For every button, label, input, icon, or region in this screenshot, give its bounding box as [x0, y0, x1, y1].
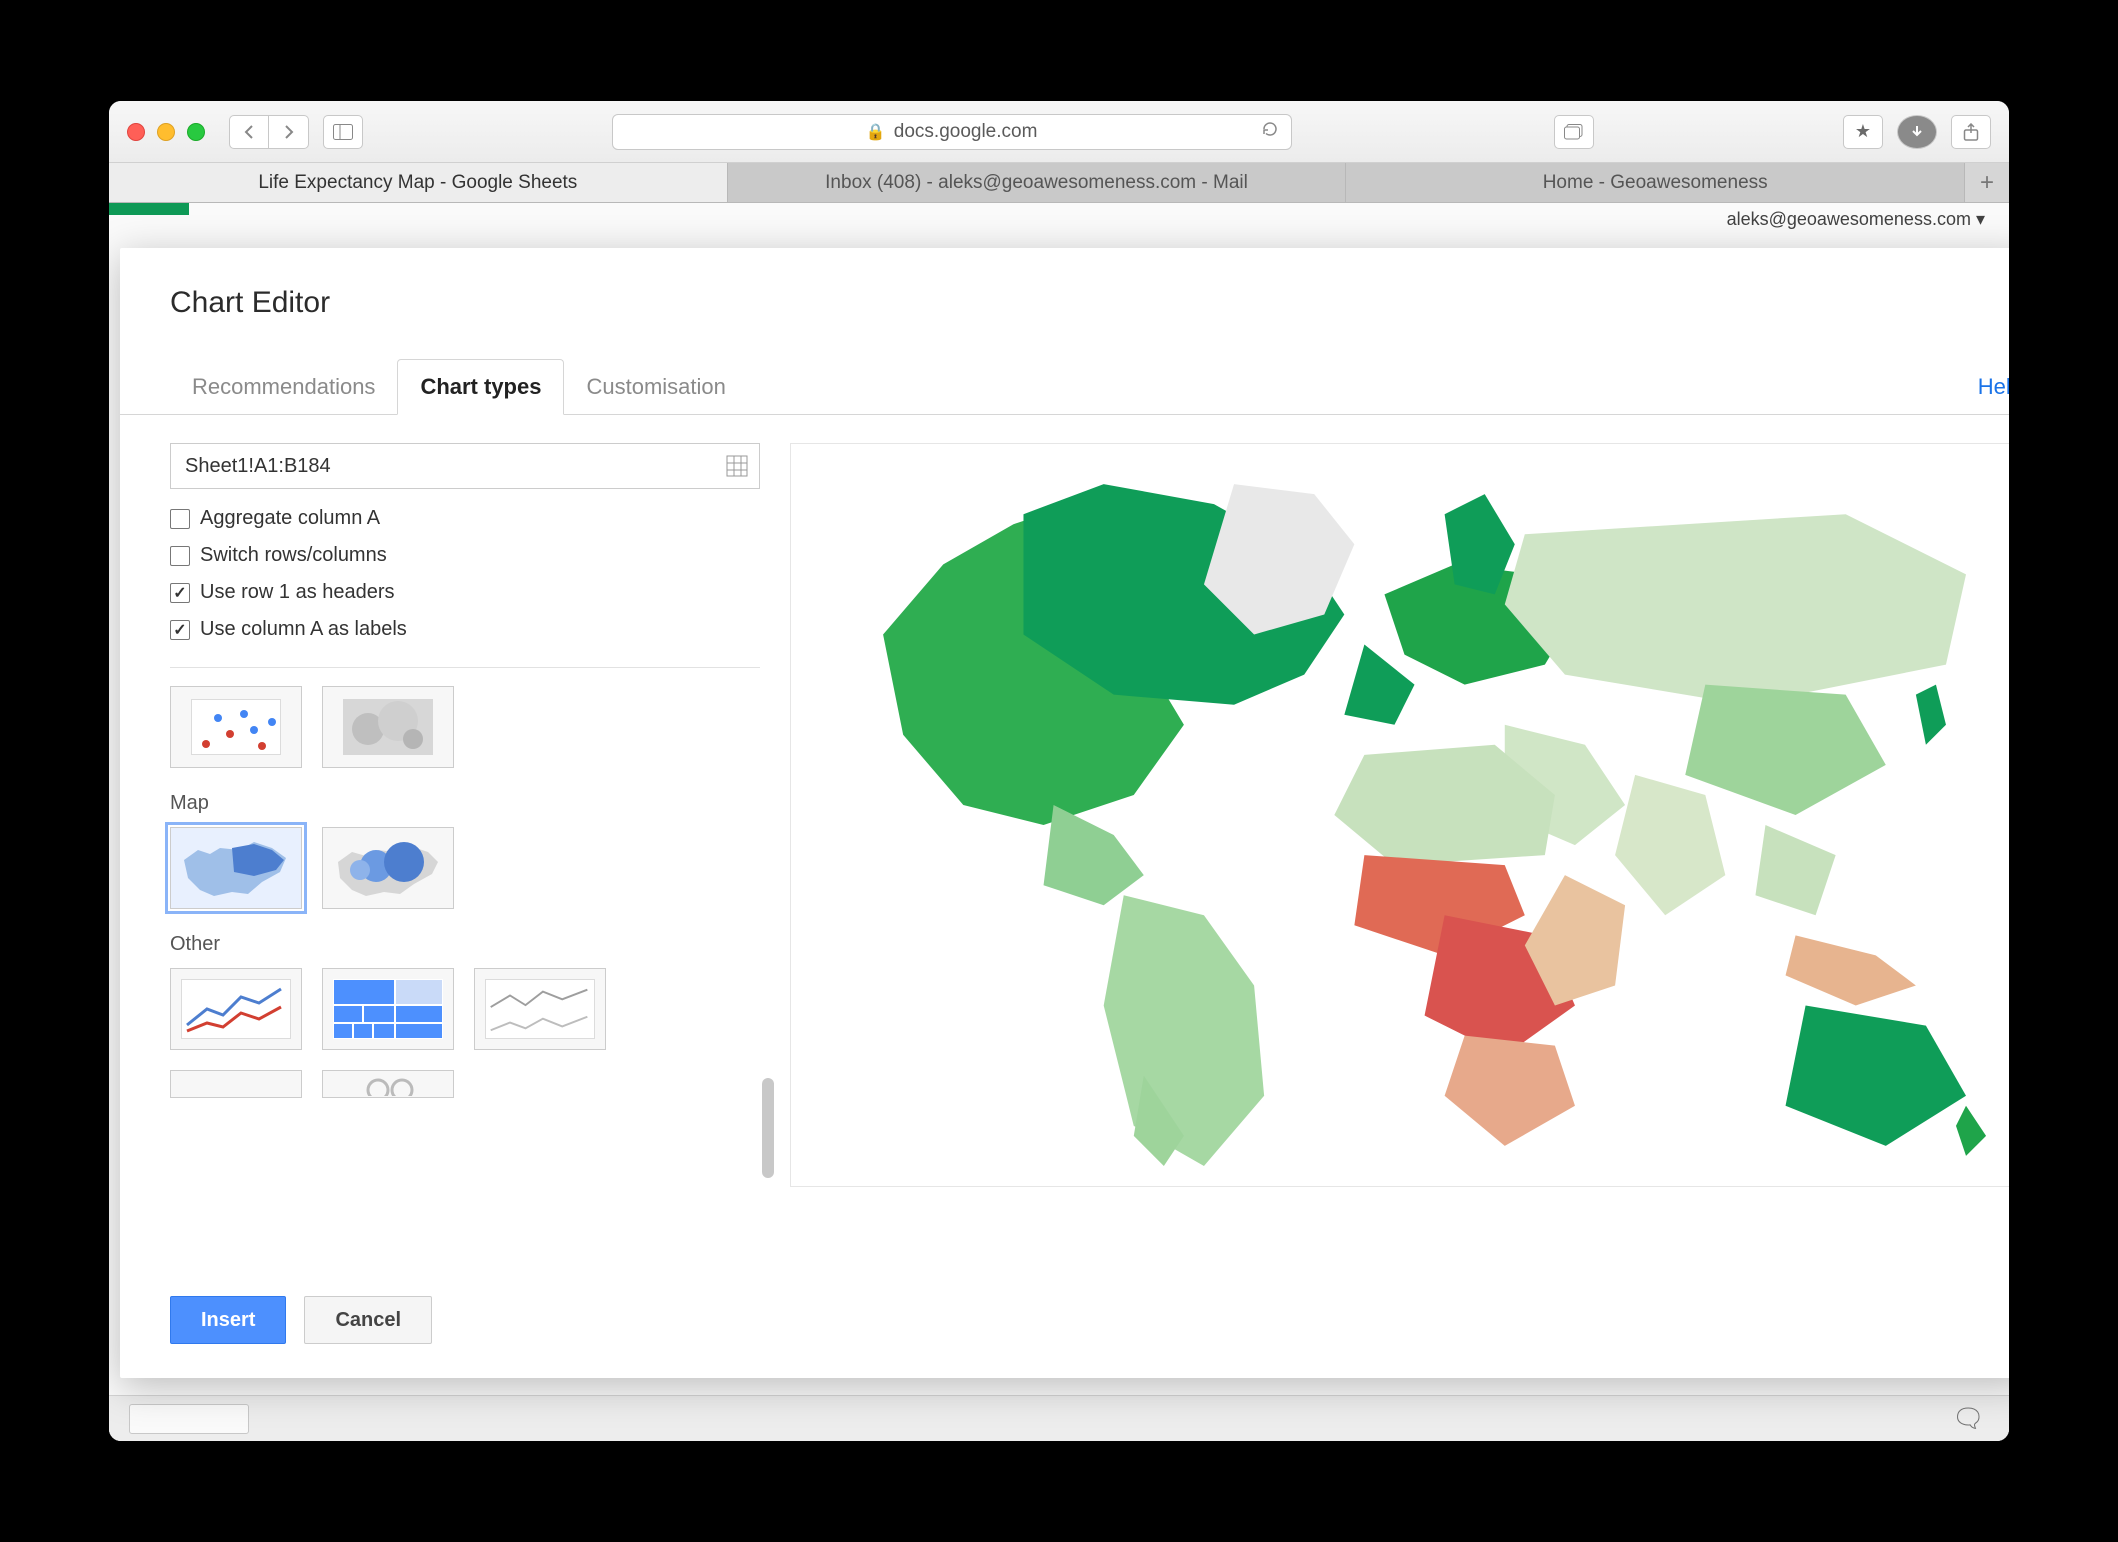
browser-tab-1[interactable]: Inbox (408) - aleks@geoawesomeness.com -… [728, 163, 1347, 202]
gauge-thumbnail-icon [358, 1072, 418, 1096]
chart-type-hidden-1[interactable] [170, 1070, 302, 1098]
dialog-body: Aggregate column A Switch rows/columns U… [120, 415, 2009, 1265]
star-icon: ★ [1855, 121, 1871, 142]
option-label: Use row 1 as headers [200, 581, 395, 604]
bubble-thumbnail-icon [343, 699, 433, 755]
browser-tab-label: Life Expectancy Map - Google Sheets [258, 172, 577, 194]
share-button[interactable] [1951, 115, 1991, 149]
chart-type-treemap[interactable] [322, 968, 454, 1050]
nav-group [229, 115, 309, 149]
chart-type-scatter[interactable] [170, 686, 302, 768]
minimize-window-button[interactable] [157, 123, 175, 141]
chart-editor-dialog: Chart Editor Recommendations Chart types… [120, 248, 2009, 1378]
divider [170, 667, 760, 668]
close-window-button[interactable] [127, 123, 145, 141]
option-label: Switch rows/columns [200, 544, 387, 567]
reload-icon [1261, 120, 1279, 138]
window-controls [127, 123, 205, 141]
chart-type-sparkline[interactable] [474, 968, 606, 1050]
option-col-a-labels[interactable]: Use column A as labels [170, 618, 760, 641]
tabs-icon [1564, 124, 1584, 140]
chart-group-other [170, 968, 760, 1050]
help-link[interactable]: Help [1978, 374, 2009, 400]
grid-select-icon[interactable] [726, 455, 748, 482]
world-map-icon [791, 444, 2009, 1186]
sidebar-icon [333, 124, 353, 140]
tab-recommendations[interactable]: Recommendations [170, 360, 397, 414]
address-bar[interactable]: 🔒 docs.google.com [612, 114, 1292, 150]
downloads-button[interactable] [1897, 115, 1937, 149]
section-other: Other [170, 933, 760, 956]
scatter-thumbnail-icon [191, 699, 281, 755]
browser-tab-strip: Life Expectancy Map - Google Sheets Inbo… [109, 163, 2009, 203]
treemap-thumbnail-icon [333, 979, 443, 1039]
chart-group-map [170, 827, 760, 909]
checkbox-icon [170, 583, 190, 603]
sidebar-button[interactable] [323, 115, 363, 149]
tabs-overview-button[interactable] [1554, 115, 1594, 149]
cancel-button[interactable]: Cancel [304, 1296, 432, 1344]
maximize-window-button[interactable] [187, 123, 205, 141]
lock-icon: 🔒 [866, 122, 886, 142]
browser-tab-label: Inbox (408) - aleks@geoawesomeness.com -… [825, 172, 1248, 194]
option-row1-headers[interactable]: Use row 1 as headers [170, 581, 760, 604]
new-tab-button[interactable]: + [1965, 163, 2009, 202]
options-list: Aggregate column A Switch rows/columns U… [170, 507, 760, 641]
chevron-left-icon [243, 124, 255, 140]
chart-type-hidden-2[interactable] [322, 1070, 454, 1098]
multiline-thumbnail-icon [181, 979, 291, 1039]
chart-type-geo-bubble[interactable] [322, 827, 454, 909]
browser-window: 🔒 docs.google.com ★ Life Expectancy Map … [109, 101, 2009, 1441]
chart-group-other-2 [170, 1070, 760, 1098]
range-row [170, 443, 760, 489]
bookmark-button[interactable]: ★ [1843, 115, 1883, 149]
left-panel: Aggregate column A Switch rows/columns U… [170, 443, 760, 1265]
browser-tab-0[interactable]: Life Expectancy Map - Google Sheets [109, 163, 728, 202]
browser-tab-2[interactable]: Home - Geoawesomeness [1346, 163, 1965, 202]
address-text: docs.google.com [894, 121, 1038, 143]
checkbox-icon [170, 546, 190, 566]
dialog-title: Chart Editor [120, 286, 2009, 340]
tab-customisation[interactable]: Customisation [564, 360, 747, 414]
checkbox-icon [170, 620, 190, 640]
chevron-right-icon [283, 124, 295, 140]
option-label: Use column A as labels [200, 618, 407, 641]
chart-type-multi-line[interactable] [170, 968, 302, 1050]
page-area: aleks@geoawesomeness.com ▾ 🗨 Chart Edito… [109, 203, 2009, 1441]
dialog-tabs: Recommendations Chart types Customisatio… [120, 358, 2009, 415]
sparkline-thumbnail-icon [485, 979, 595, 1039]
section-map: Map [170, 792, 760, 815]
checkbox-icon [170, 509, 190, 529]
share-icon [1963, 123, 1979, 141]
chart-group-scatter [170, 686, 760, 768]
dialog-overlay: Chart Editor Recommendations Chart types… [109, 203, 2009, 1441]
data-range-input[interactable] [170, 443, 760, 489]
chart-type-geo-map[interactable] [170, 827, 302, 909]
insert-button[interactable]: Insert [170, 1296, 286, 1344]
browser-tab-label: Home - Geoawesomeness [1543, 172, 1768, 194]
back-button[interactable] [229, 115, 269, 149]
chart-preview [790, 443, 2009, 1187]
forward-button[interactable] [269, 115, 309, 149]
toolbar-right: ★ [1843, 115, 1991, 149]
option-label: Aggregate column A [200, 507, 380, 530]
option-switch-rows-cols[interactable]: Switch rows/columns [170, 544, 760, 567]
chart-type-bubble[interactable] [322, 686, 454, 768]
browser-toolbar: 🔒 docs.google.com ★ [109, 101, 2009, 163]
plus-icon: + [1980, 169, 1994, 197]
dialog-footer: Insert Cancel [170, 1296, 432, 1344]
download-icon [1909, 124, 1925, 140]
geo-bubble-thumbnail-icon [330, 836, 446, 900]
tab-chart-types[interactable]: Chart types [397, 359, 564, 415]
geo-map-thumbnail-icon [178, 836, 294, 900]
option-aggregate[interactable]: Aggregate column A [170, 507, 760, 530]
grid-icon [726, 455, 748, 477]
scrollbar-thumb[interactable] [762, 1078, 774, 1178]
reload-button[interactable] [1261, 120, 1279, 144]
